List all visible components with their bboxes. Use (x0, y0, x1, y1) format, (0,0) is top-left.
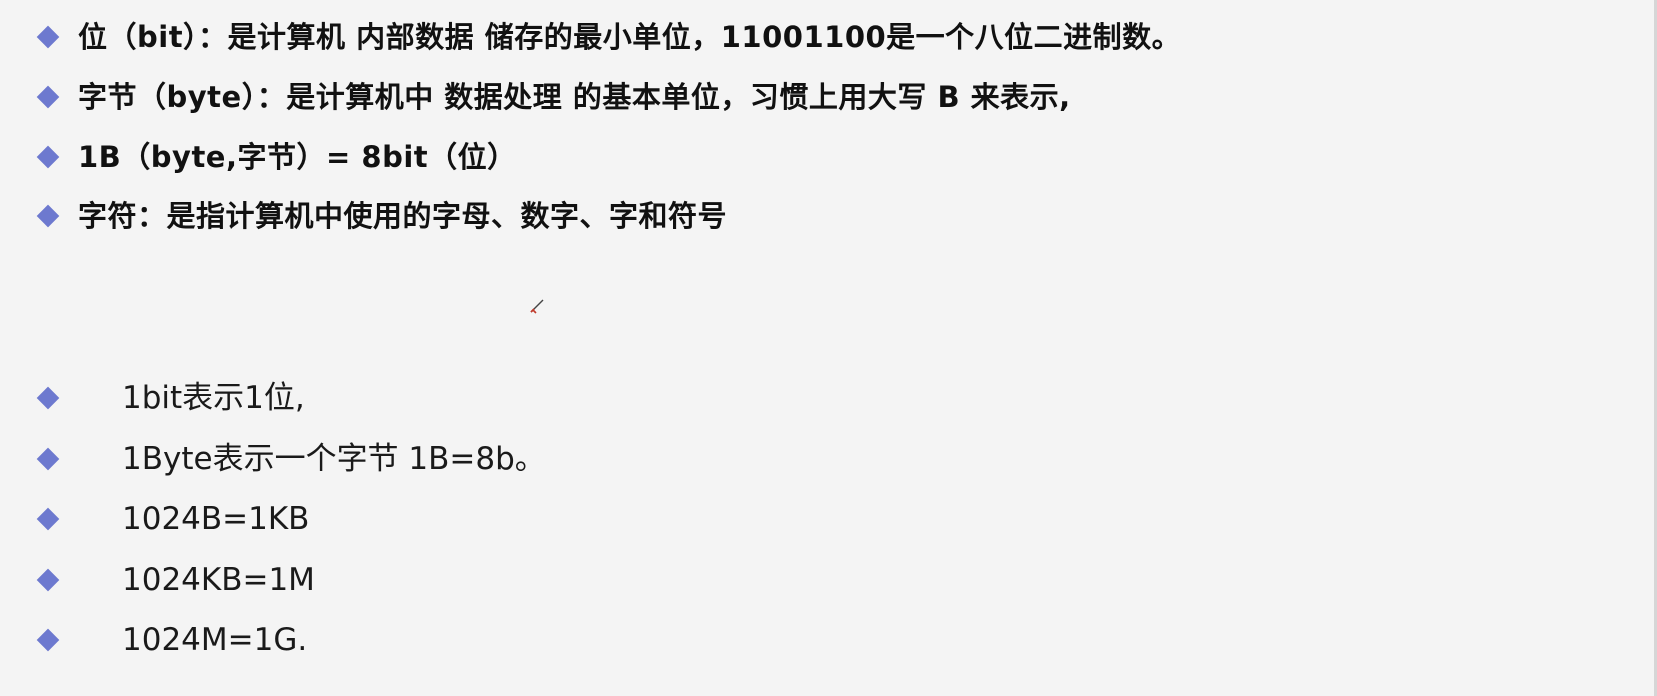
bullet-text: 1B（byte,字节）= 8bit（位） (78, 140, 517, 174)
diamond-bullet-icon (36, 447, 60, 471)
bullet-text: 字节（byte）：是计算机中 数据处理 的基本单位，习惯上用大写 B 来表示, (78, 80, 1071, 114)
diamond-bullet-icon (36, 145, 60, 169)
bullet-text: 1Byte表示一个字节 1B=8b。 (122, 441, 546, 477)
slide-canvas: 位（bit）：是计算机 内部数据 储存的最小单位，11001100是一个八位二进… (0, 0, 1657, 696)
pen-cursor-icon (530, 299, 544, 314)
bullet-text: 1024B=1KB (122, 501, 310, 537)
bullet-text: 字符：是指计算机中使用的字母、数字、字和符号 (78, 199, 728, 233)
diamond-bullet-icon (36, 85, 60, 109)
diamond-bullet-icon (36, 204, 60, 228)
diamond-bullet-icon (36, 386, 60, 410)
diamond-bullet-icon (36, 25, 60, 49)
bullet-text: 1024KB=1M (122, 562, 315, 598)
bullet-text: 1bit表示1位, (122, 380, 305, 416)
diamond-bullet-icon (36, 507, 60, 531)
bullet-text: 1024M=1G. (122, 622, 308, 658)
bullet-text: 位（bit）：是计算机 内部数据 储存的最小单位，11001100是一个八位二进… (78, 20, 1182, 54)
diamond-bullet-icon (36, 628, 60, 652)
diamond-bullet-icon (36, 568, 60, 592)
